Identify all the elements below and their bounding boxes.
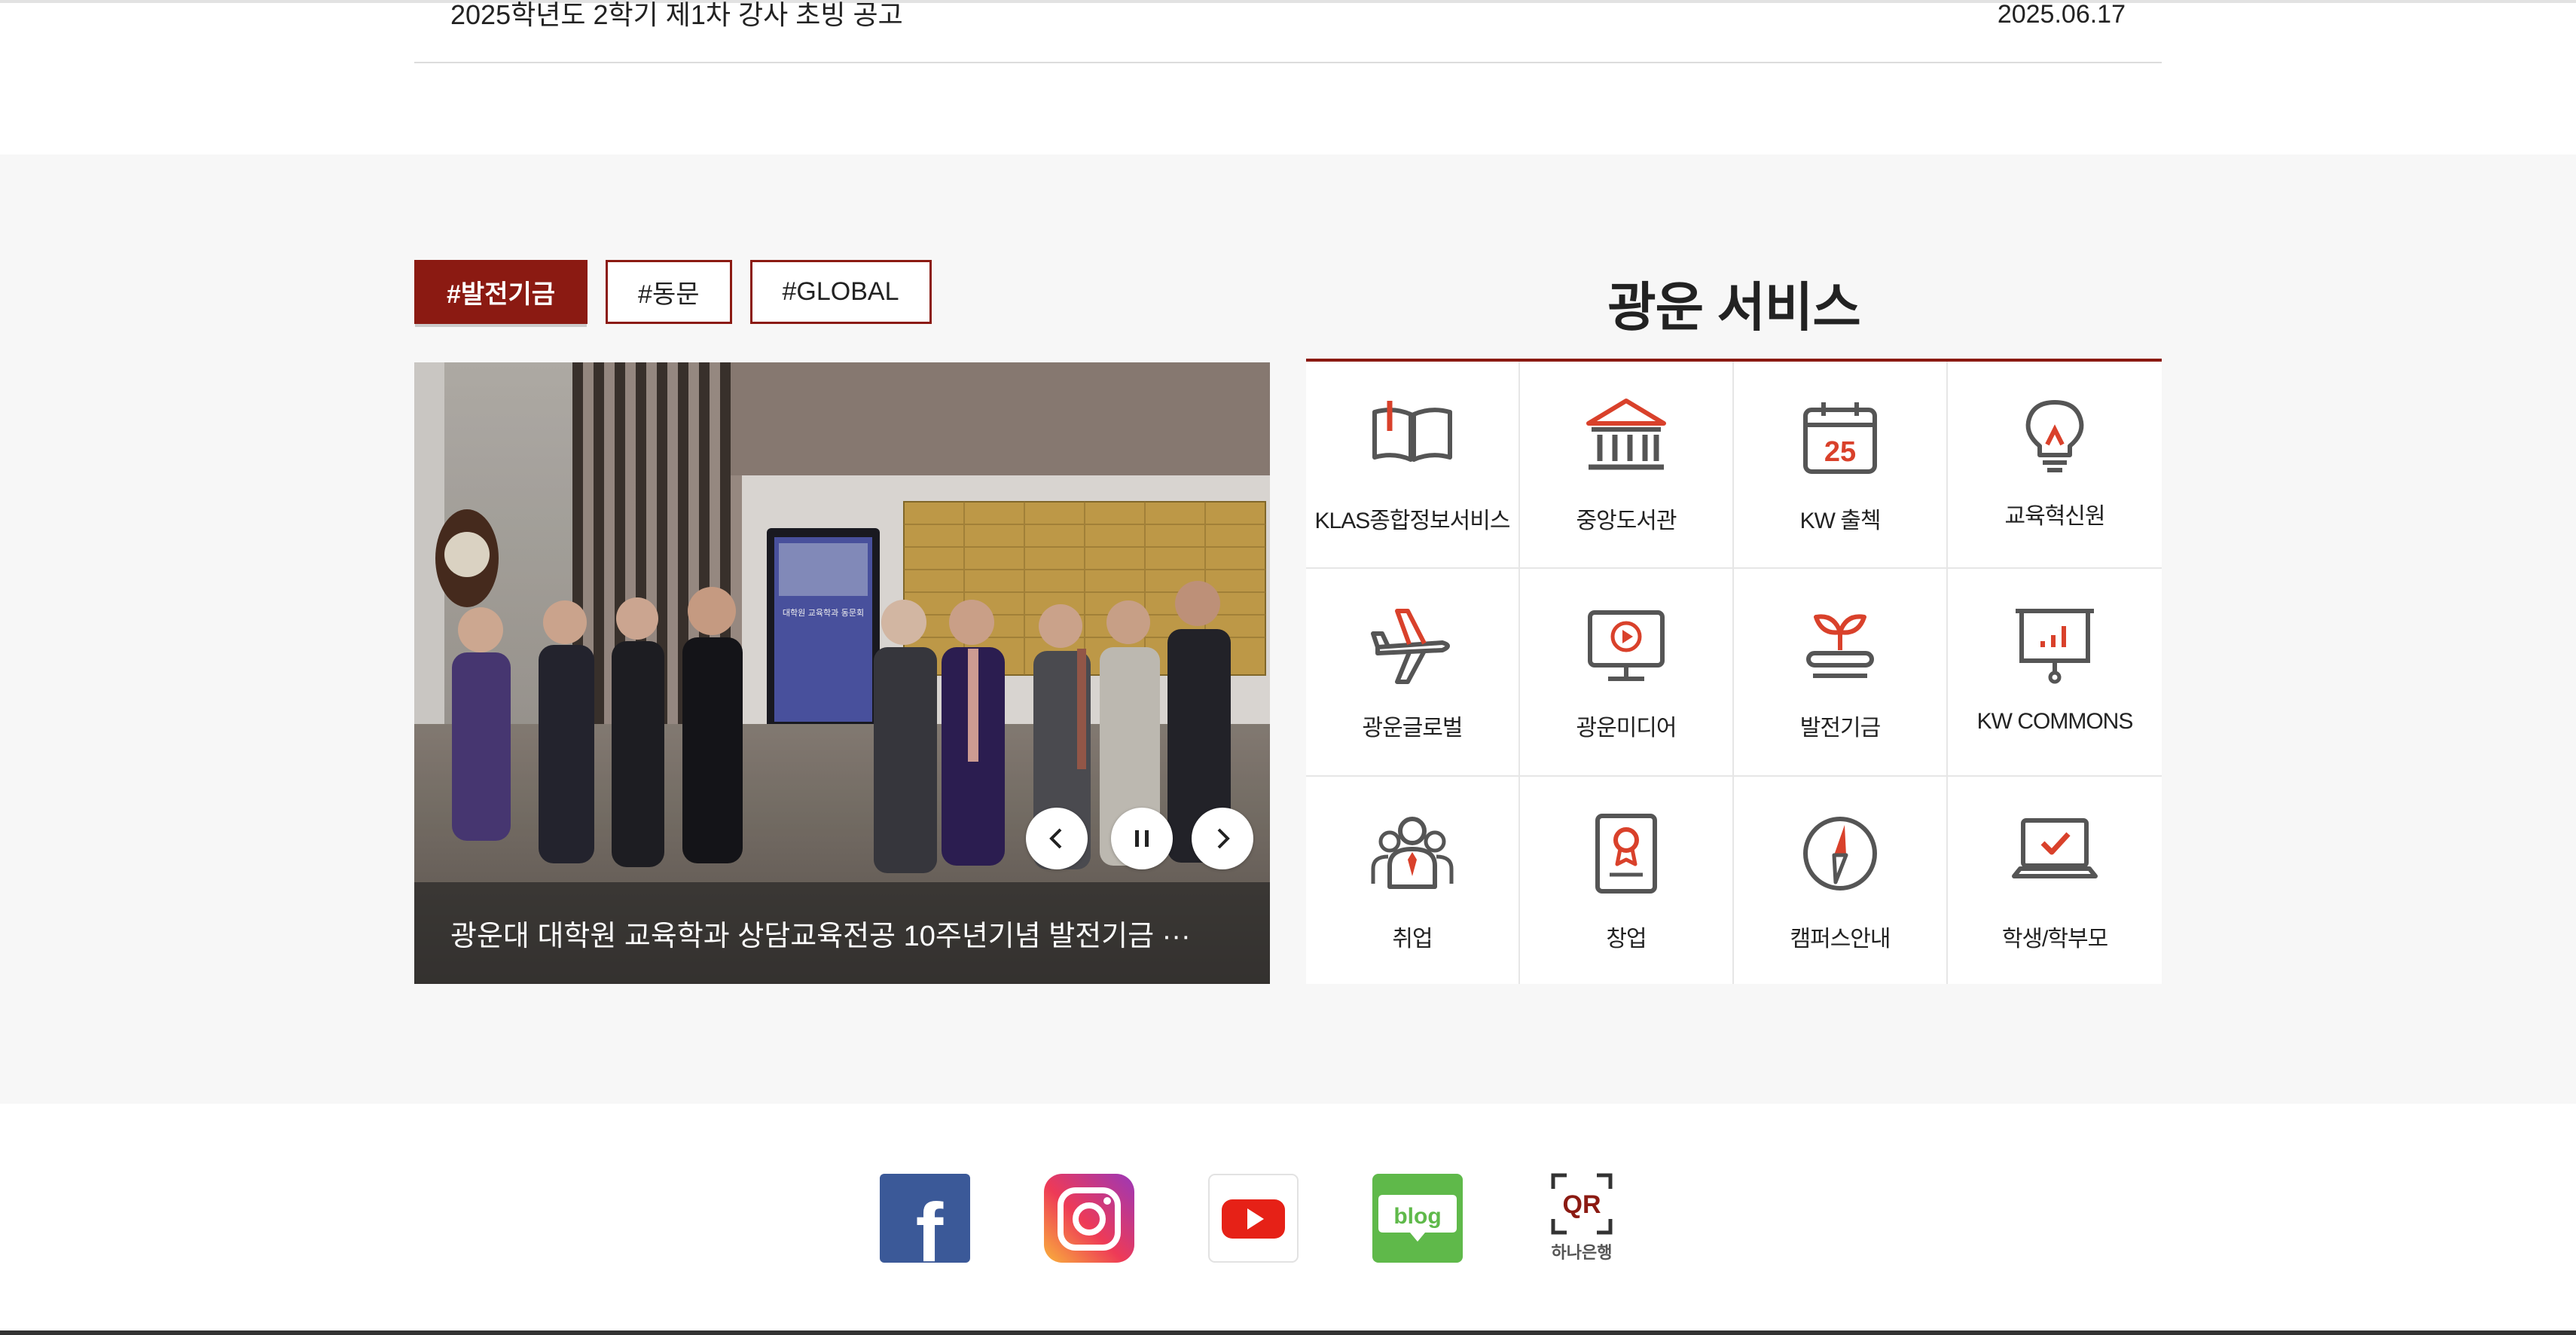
pause-icon <box>1135 830 1149 847</box>
slider-pause-button[interactable] <box>1111 808 1173 869</box>
airplane-icon <box>1371 609 1450 685</box>
service-attendance[interactable]: 25 KW 출첵 <box>1734 362 1948 570</box>
footer-divider <box>0 1330 2576 1335</box>
news-slider[interactable]: 대학원 교육학과 동문회 광운대 대학원 교육학과 상담교육전공 10주년기념 … <box>414 362 1270 984</box>
service-label: 캠퍼스안내 <box>1790 926 1891 952</box>
service-media[interactable]: 광운미디어 <box>1520 569 1734 777</box>
service-label: 교육혁신원 <box>2004 504 2106 529</box>
hashtag-tabs: #발전기금 #동문 #GLOBAL <box>414 260 932 324</box>
laptop-check-icon <box>2012 817 2098 878</box>
chevron-left-icon <box>1049 828 1062 849</box>
service-label: KW 출첵 <box>1799 509 1882 533</box>
service-label: 광운글로벌 <box>1362 716 1463 741</box>
facebook-link[interactable]: f <box>880 1172 970 1279</box>
service-education-innovation[interactable]: 교육혁신원 <box>1948 362 2162 570</box>
qr-caption: 하나은행 <box>1552 1244 1613 1263</box>
notice-row[interactable]: 2025학년도 2학기 제1차 강사 초빙 공고 2025.06.17 <box>414 0 2162 63</box>
instagram-link[interactable] <box>1044 1172 1134 1264</box>
slide-caption-bar[interactable]: 광운대 대학원 교육학과 상담교육전공 10주년기념 발전기금 ··· <box>414 882 1270 984</box>
book-icon <box>1372 401 1452 462</box>
facebook-glyph: f <box>916 1187 944 1264</box>
service-klas[interactable]: KLAS종합정보서비스 <box>1306 362 1520 570</box>
qr-icon: QR 하나은행 <box>1551 1173 1613 1263</box>
instagram-icon <box>1044 1174 1134 1263</box>
slide-caption[interactable]: 광운대 대학원 교육학과 상담교육전공 10주년기념 발전기금 ··· <box>450 912 1191 954</box>
compass-icon <box>1803 816 1877 891</box>
people-icon <box>1371 816 1454 889</box>
slider-prev-button[interactable] <box>1026 808 1088 869</box>
calendar-icon: 25 <box>1803 402 1877 474</box>
service-label: KW COMMONS <box>1976 709 2134 735</box>
qr-link[interactable]: QR 하나은행 <box>1537 1172 1627 1264</box>
service-library[interactable]: 중앙도서관 <box>1520 362 1734 570</box>
library-icon <box>1586 399 1666 470</box>
youtube-icon <box>1208 1174 1299 1263</box>
service-label: 중앙도서관 <box>1576 509 1677 533</box>
chevron-right-icon <box>1217 828 1230 849</box>
calendar-day-text: 25 <box>1824 436 1856 468</box>
service-campus-guide[interactable]: 캠퍼스안내 <box>1734 776 1948 984</box>
tab-development-fund[interactable]: #발전기금 <box>414 260 588 324</box>
service-development-fund[interactable]: 발전기금 <box>1734 569 1948 777</box>
qr-text: QR <box>1563 1190 1601 1219</box>
service-employment[interactable]: 취업 <box>1306 776 1520 984</box>
monitor-play-icon <box>1588 610 1665 682</box>
service-label: 학생/학부모 <box>2001 926 2108 952</box>
slider-next-button[interactable] <box>1192 808 1253 869</box>
notice-title[interactable]: 2025학년도 2학기 제1차 강사 초빙 공고 <box>450 0 903 30</box>
tab-alumni[interactable]: #동문 <box>606 260 732 324</box>
certificate-icon <box>1595 813 1657 894</box>
service-kw-commons[interactable]: KW COMMONS <box>1948 569 2162 777</box>
lightbulb-icon <box>2025 400 2084 472</box>
presentation-icon <box>2016 609 2094 684</box>
youtube-link[interactable] <box>1208 1172 1299 1264</box>
services-grid: KLAS종합정보서비스 중앙도서관 25 KW 출첵 교육혁신원 광운글로벌 광… <box>1306 359 2162 984</box>
facebook-icon: f <box>880 1174 970 1279</box>
service-startup[interactable]: 창업 <box>1520 776 1734 984</box>
blog-link[interactable]: blog <box>1372 1172 1463 1264</box>
service-label: 취업 <box>1392 926 1433 952</box>
feature-section <box>0 154 2576 1104</box>
service-global[interactable]: 광운글로벌 <box>1306 569 1520 777</box>
service-label: 창업 <box>1606 926 1647 952</box>
tab-global[interactable]: #GLOBAL <box>749 260 932 324</box>
service-label: KLAS종합정보서비스 <box>1314 509 1511 533</box>
blog-icon: blog <box>1372 1174 1463 1263</box>
service-label: 광운미디어 <box>1576 716 1677 741</box>
sprout-icon <box>1806 614 1874 679</box>
services-title: 광운 서비스 <box>1607 278 1860 337</box>
service-students-parents[interactable]: 학생/학부모 <box>1948 777 2162 984</box>
blog-text: blog <box>1393 1204 1441 1229</box>
notice-date: 2025.06.17 <box>1997 0 2126 29</box>
service-label: 발전기금 <box>1799 716 1881 741</box>
